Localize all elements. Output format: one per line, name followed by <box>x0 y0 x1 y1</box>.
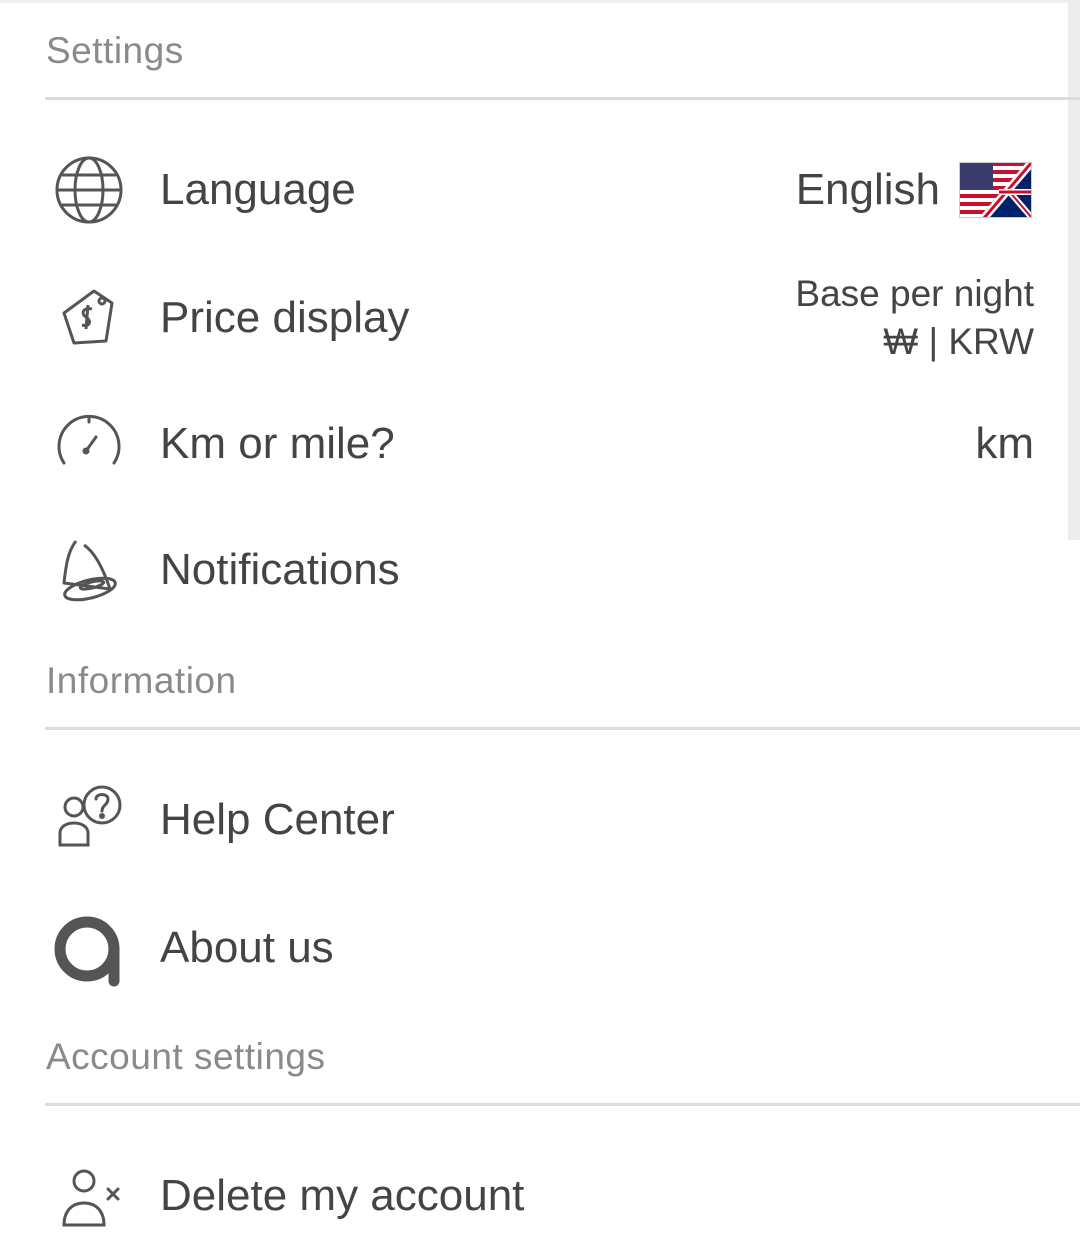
language-value: English <box>795 165 940 214</box>
section-header-account: Account settings <box>46 1036 326 1077</box>
globe-icon <box>50 151 128 229</box>
help-center-label: Help Center <box>160 795 395 844</box>
help-center-row[interactable]: Help Center <box>0 762 1080 878</box>
price-tag-icon <box>50 279 128 357</box>
section-header-information: Information <box>46 660 237 701</box>
about-us-row[interactable]: About us <box>0 890 1080 1006</box>
language-label: Language <box>160 165 356 214</box>
price-basis: Base per night <box>795 273 1034 314</box>
section-header-settings: Settings <box>46 30 184 71</box>
settings-page: Settings Language English Price display … <box>0 0 1080 1258</box>
divider <box>45 1103 1080 1106</box>
divider <box>45 727 1080 730</box>
delete-account-row[interactable]: Delete my account <box>0 1138 1080 1254</box>
agoda-logo-icon <box>50 909 128 987</box>
price-display-row[interactable]: Price display Base per night ₩ | KRW <box>0 260 1080 376</box>
price-display-value: Base per night ₩ | KRW <box>795 270 1034 366</box>
price-display-label: Price display <box>160 293 410 342</box>
delete-user-icon <box>50 1157 128 1235</box>
speedometer-icon <box>50 405 128 483</box>
bell-icon <box>50 531 128 609</box>
distance-unit-label: Km or mile? <box>160 419 395 468</box>
top-border <box>0 0 1080 3</box>
distance-unit-row[interactable]: Km or mile? km <box>0 386 1080 502</box>
help-person-icon <box>50 781 128 859</box>
delete-account-label: Delete my account <box>160 1171 525 1220</box>
price-currency: ₩ | KRW <box>883 321 1034 362</box>
divider <box>45 97 1080 100</box>
distance-unit-value: km <box>975 419 1034 468</box>
us-uk-flag-icon <box>959 159 1036 221</box>
about-us-label: About us <box>160 923 334 972</box>
notifications-row[interactable]: Notifications <box>0 512 1080 628</box>
notifications-label: Notifications <box>160 545 400 594</box>
language-row[interactable]: Language English <box>0 132 1080 248</box>
